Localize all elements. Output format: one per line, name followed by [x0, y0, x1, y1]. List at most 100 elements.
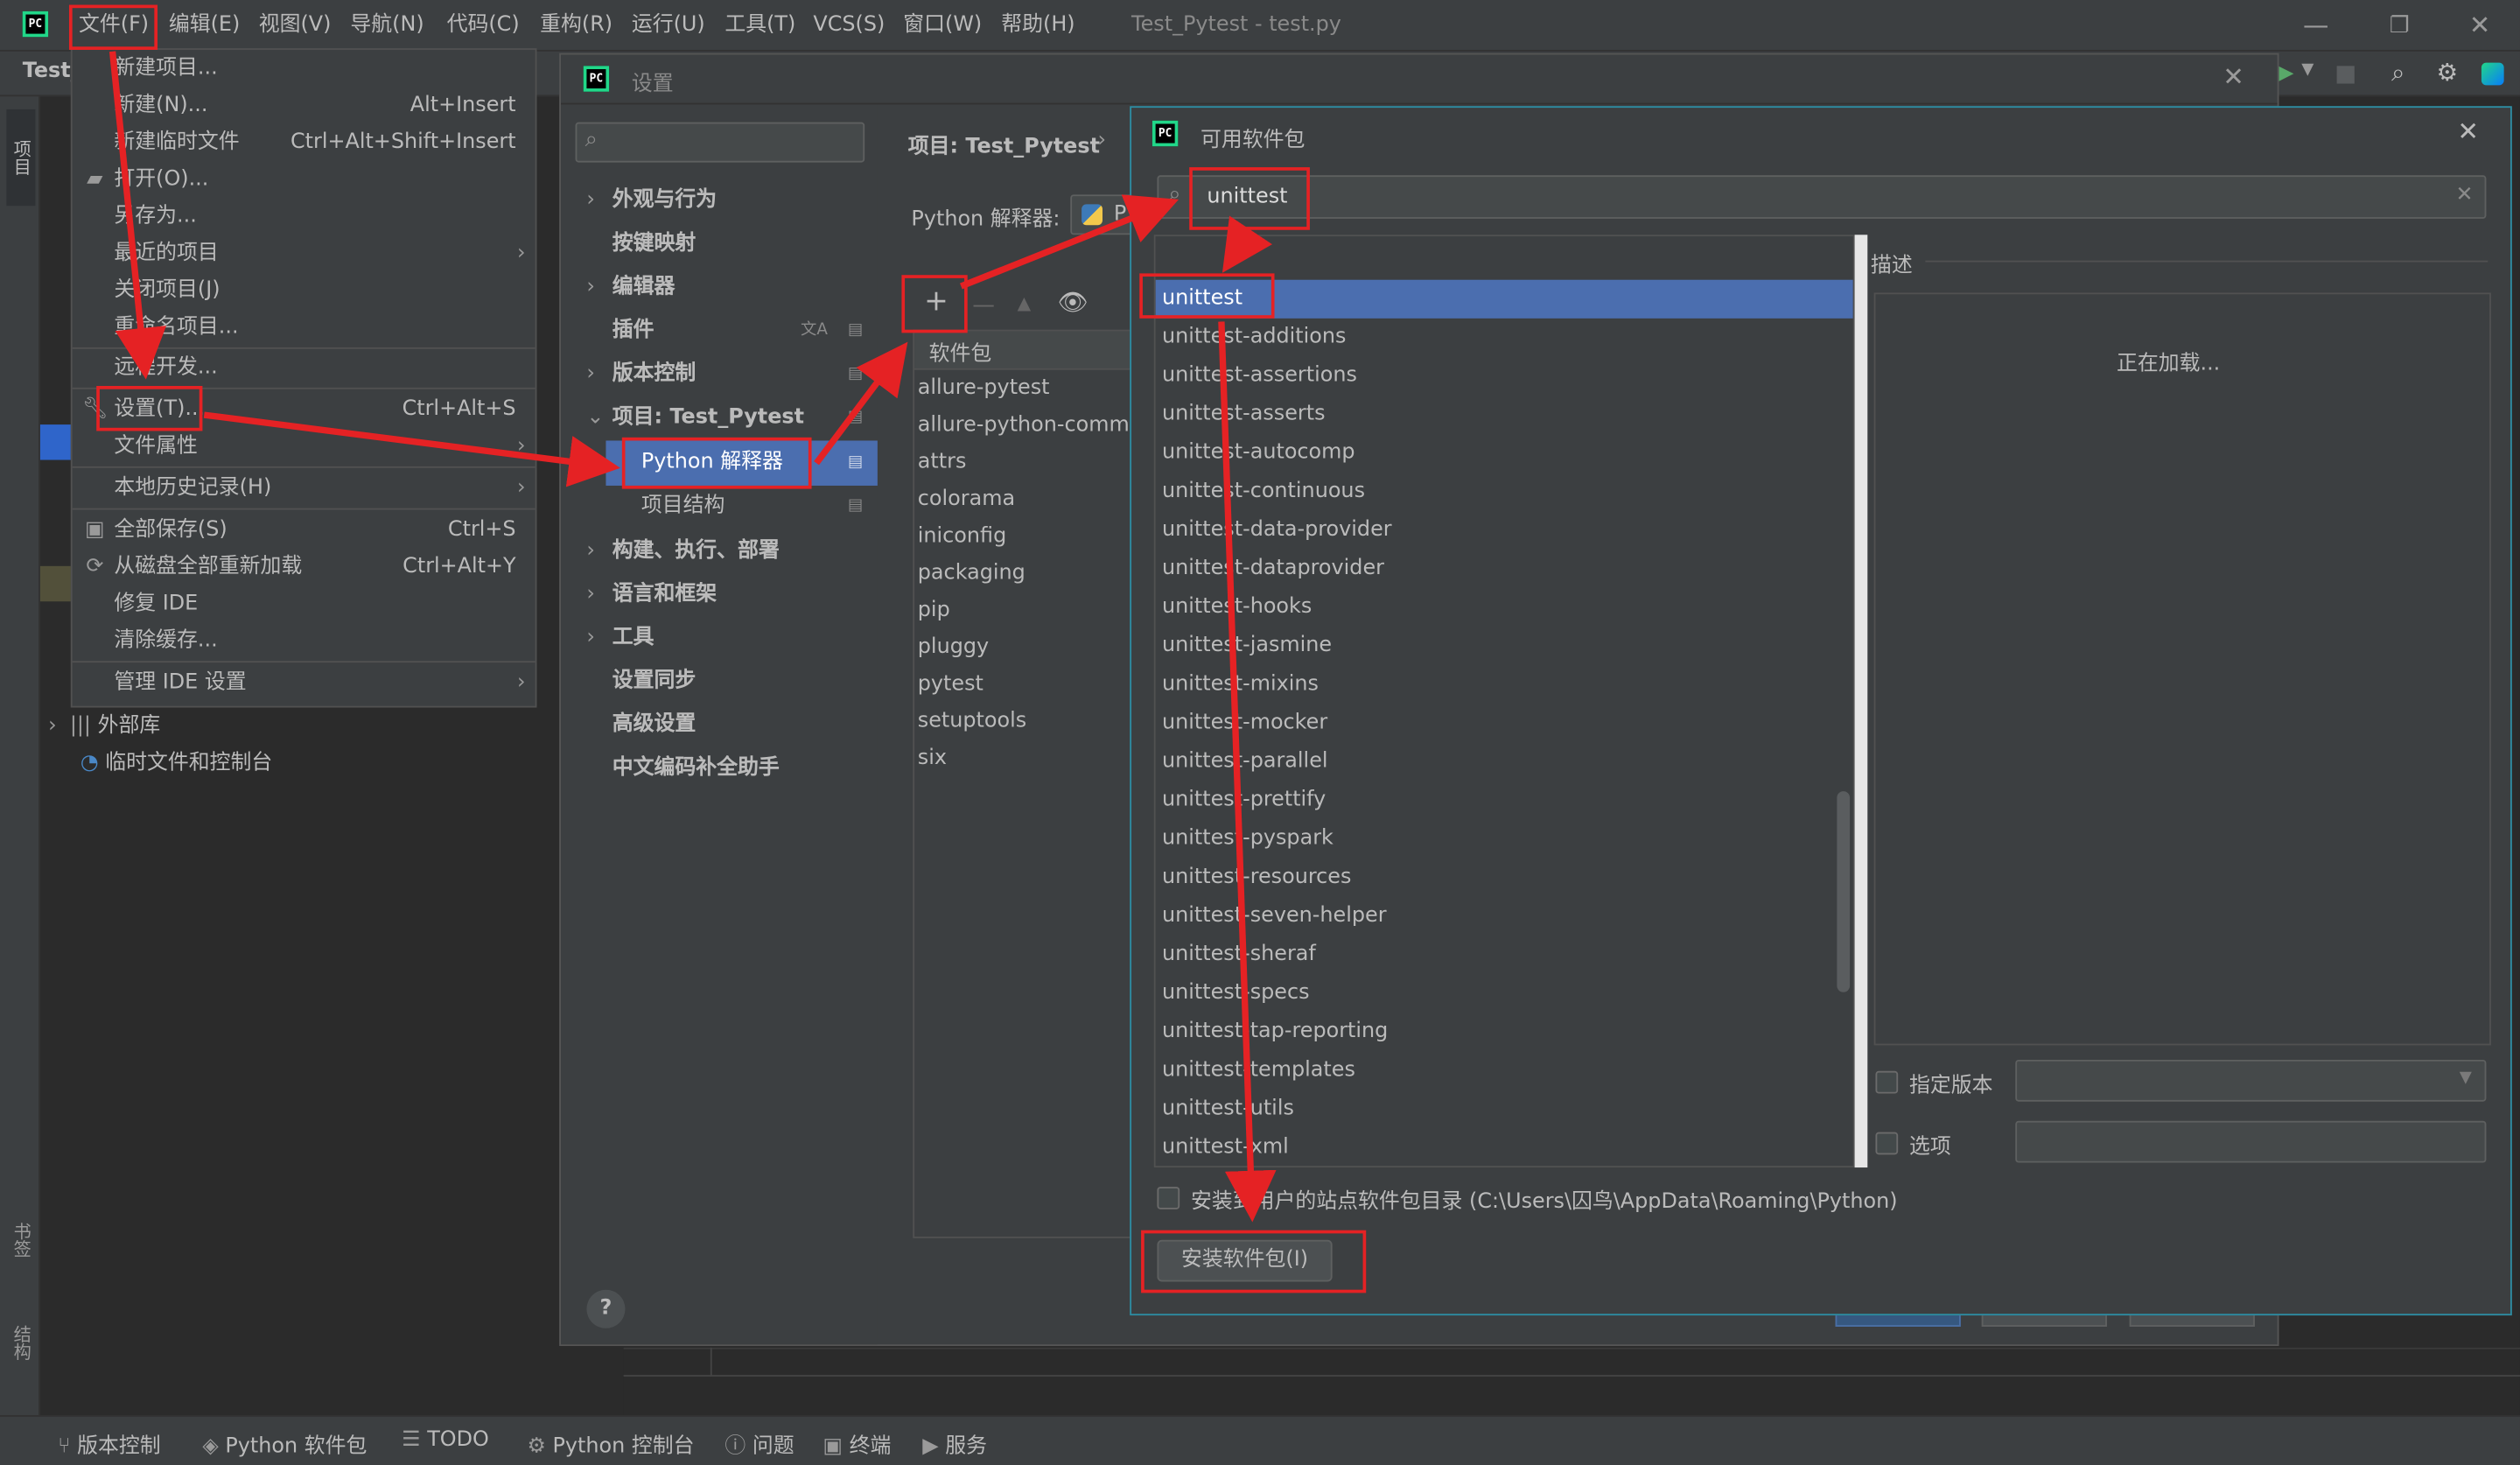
menu-save-as[interactable]: 另存为... [73, 200, 536, 235]
package-row[interactable]: pytest [918, 668, 984, 703]
package-row[interactable]: colorama [918, 482, 1015, 517]
nav-settings-sync[interactable]: 设置同步 [612, 661, 696, 703]
menu-remote-dev[interactable]: 远程开发... [73, 351, 536, 386]
result-row[interactable]: unittest-mocker [1156, 704, 1853, 743]
run-icon[interactable]: ▶ [2278, 61, 2293, 84]
menu-run[interactable]: 运行(U) [632, 10, 705, 42]
statusbar-terminal[interactable]: ▣ 终端 [822, 1428, 891, 1459]
package-row[interactable]: setuptools [918, 704, 1026, 740]
package-row[interactable]: attrs [918, 445, 967, 480]
install-package-button[interactable]: 安装软件包(I) [1157, 1239, 1333, 1282]
nav-editor[interactable]: › 编辑器 [586, 267, 675, 309]
menu-file-properties[interactable]: 文件属性 › [73, 430, 536, 465]
nav-python-interpreter[interactable]: Python 解释器 ▤ [641, 442, 863, 484]
clear-search-icon[interactable]: ✕ [2456, 183, 2474, 207]
package-search-input[interactable]: ⌕ unittest ✕ [1157, 175, 2487, 219]
stop-icon[interactable] [2336, 66, 2355, 84]
statusbar-python-packages[interactable]: ◈ Python 软件包 [202, 1428, 367, 1459]
restore-icon[interactable]: ❐ [2380, 6, 2418, 45]
nav-chinese-helper[interactable]: 中文编码补全助手 [612, 747, 780, 789]
run-config-chevron-icon[interactable]: ▼ [2301, 61, 2314, 79]
result-row[interactable]: unittest-tap-reporting [1156, 1013, 1853, 1052]
nav-project-structure[interactable]: 项目结构 ▤ [641, 486, 863, 528]
package-row[interactable]: allure-python-commo [918, 409, 1143, 444]
nav-plugins[interactable]: 插件 文A ▤ [612, 311, 864, 353]
package-row[interactable]: allure-pytest [918, 371, 1050, 406]
remove-package-button[interactable]: — [972, 292, 995, 318]
close-window-icon[interactable]: ✕ [2460, 6, 2499, 45]
install-to-user-checkbox[interactable] [1157, 1187, 1180, 1209]
jetbrains-icon[interactable] [2481, 62, 2504, 86]
menu-view[interactable]: 视图(V) [259, 10, 332, 42]
search-everywhere-icon[interactable]: ⌕ [2391, 58, 2404, 87]
menu-local-history[interactable]: 本地历史记录(H) › [73, 471, 536, 506]
result-row[interactable]: unittest-autocomp [1156, 434, 1853, 473]
result-row-selected[interactable]: unittest [1155, 279, 1853, 319]
minimize-icon[interactable]: — [2297, 6, 2335, 45]
upgrade-package-button[interactable]: ▲ [1018, 292, 1032, 313]
scratches-item[interactable]: ◔ 临时文件和控制台 [80, 747, 272, 782]
result-row[interactable]: unittest-additions [1156, 319, 1853, 357]
menu-invalidate-caches[interactable]: 清除缓存... [73, 624, 536, 659]
package-row[interactable]: six [918, 741, 947, 776]
menu-settings[interactable]: 🔧︎ 设置(T)... Ctrl+Alt+S [73, 392, 536, 427]
statusbar-vcs[interactable]: ⑂ 版本控制 [58, 1428, 160, 1459]
result-row[interactable]: unittest-templates [1156, 1052, 1853, 1090]
menu-vcs[interactable]: VCS(S) [813, 10, 885, 42]
result-row[interactable]: unittest-asserts [1156, 396, 1853, 434]
menu-open[interactable]: ▰ 打开(O)... [73, 163, 536, 198]
result-row[interactable]: unittest-xml [1156, 1129, 1853, 1166]
result-row[interactable]: unittest-resources [1156, 859, 1853, 897]
menu-refactor[interactable]: 重构(R) [540, 10, 612, 42]
menu-new[interactable]: 新建(N)... Alt+Insert [73, 88, 536, 123]
menu-rename-project[interactable]: 重命名项目... [73, 311, 536, 346]
menu-recent-projects[interactable]: 最近的项目 › [73, 236, 536, 271]
menu-close-project[interactable]: 关闭项目(J) [73, 273, 536, 308]
nav-build[interactable]: › 构建、执行、部署 [586, 530, 779, 572]
nav-keymap[interactable]: 按键映射 [612, 223, 696, 265]
eye-icon[interactable]: 👁︎ [1058, 288, 1088, 317]
version-select[interactable]: ▼ [2015, 1059, 2487, 1102]
package-row[interactable]: packaging [918, 557, 1026, 592]
structure-tool-tab[interactable]: 结构 [6, 1325, 35, 1360]
result-row[interactable]: unittest-dataprovider [1156, 550, 1853, 588]
result-row[interactable]: unittest-seven-helper [1156, 897, 1853, 936]
scrollbar-thumb[interactable] [1837, 791, 1851, 992]
add-package-button[interactable]: + [924, 287, 948, 317]
result-row[interactable]: unittest-utils [1156, 1090, 1853, 1129]
menu-manage-ide-settings[interactable]: 管理 IDE 设置 › [73, 666, 536, 701]
nav-tools[interactable]: › 工具 [586, 618, 654, 660]
statusbar-services[interactable]: ▶ 服务 [922, 1428, 987, 1459]
nav-advanced[interactable]: 高级设置 [612, 704, 696, 747]
menu-file[interactable]: 文件(F) [79, 10, 149, 42]
nav-vcs[interactable]: › 版本控制 ▤ [586, 354, 863, 396]
menu-tools[interactable]: 工具(T) [724, 10, 795, 42]
result-row[interactable]: unittest-specs [1156, 975, 1853, 1013]
result-row[interactable]: unittest-parallel [1156, 743, 1853, 782]
result-row[interactable]: unittest-mixins [1156, 666, 1853, 704]
nav-appearance[interactable]: › 外观与行为 [586, 180, 717, 222]
nav-languages[interactable]: › 语言和框架 [586, 574, 717, 616]
close-icon[interactable]: ✕ [2457, 116, 2479, 146]
settings-search-input[interactable]: ⌕ [575, 122, 865, 163]
menu-save-all[interactable]: ▣ 全部保存(S) Ctrl+S [73, 513, 536, 548]
menu-code[interactable]: 代码(C) [447, 10, 520, 42]
menu-navigate[interactable]: 导航(N) [350, 10, 424, 42]
result-row[interactable]: unittest-pyspark [1156, 820, 1853, 859]
result-row[interactable]: unittest-continuous [1156, 473, 1853, 511]
options-input[interactable] [2015, 1120, 2487, 1163]
menu-edit[interactable]: 编辑(E) [169, 10, 240, 42]
options-checkbox[interactable] [1875, 1132, 1899, 1155]
menu-help[interactable]: 帮助(H) [1001, 10, 1074, 42]
project-tool-tab[interactable]: 项目 [6, 109, 36, 207]
specify-version-checkbox[interactable] [1875, 1070, 1899, 1094]
close-icon[interactable]: ✕ [2222, 61, 2244, 92]
package-row[interactable]: pip [918, 593, 950, 628]
statusbar-todo[interactable]: ☰ TODO [402, 1428, 489, 1453]
menu-new-project[interactable]: 新建项目... [73, 52, 536, 87]
result-row[interactable]: unittest-jasmine [1156, 627, 1853, 666]
statusbar-problems[interactable]: ⓘ 问题 [724, 1428, 794, 1459]
gear-icon[interactable]: ⚙ [2436, 58, 2458, 87]
nav-project[interactable]: ⌄ 项目: Test_Pytest ▤ [586, 397, 863, 439]
help-button[interactable]: ? [586, 1289, 626, 1328]
